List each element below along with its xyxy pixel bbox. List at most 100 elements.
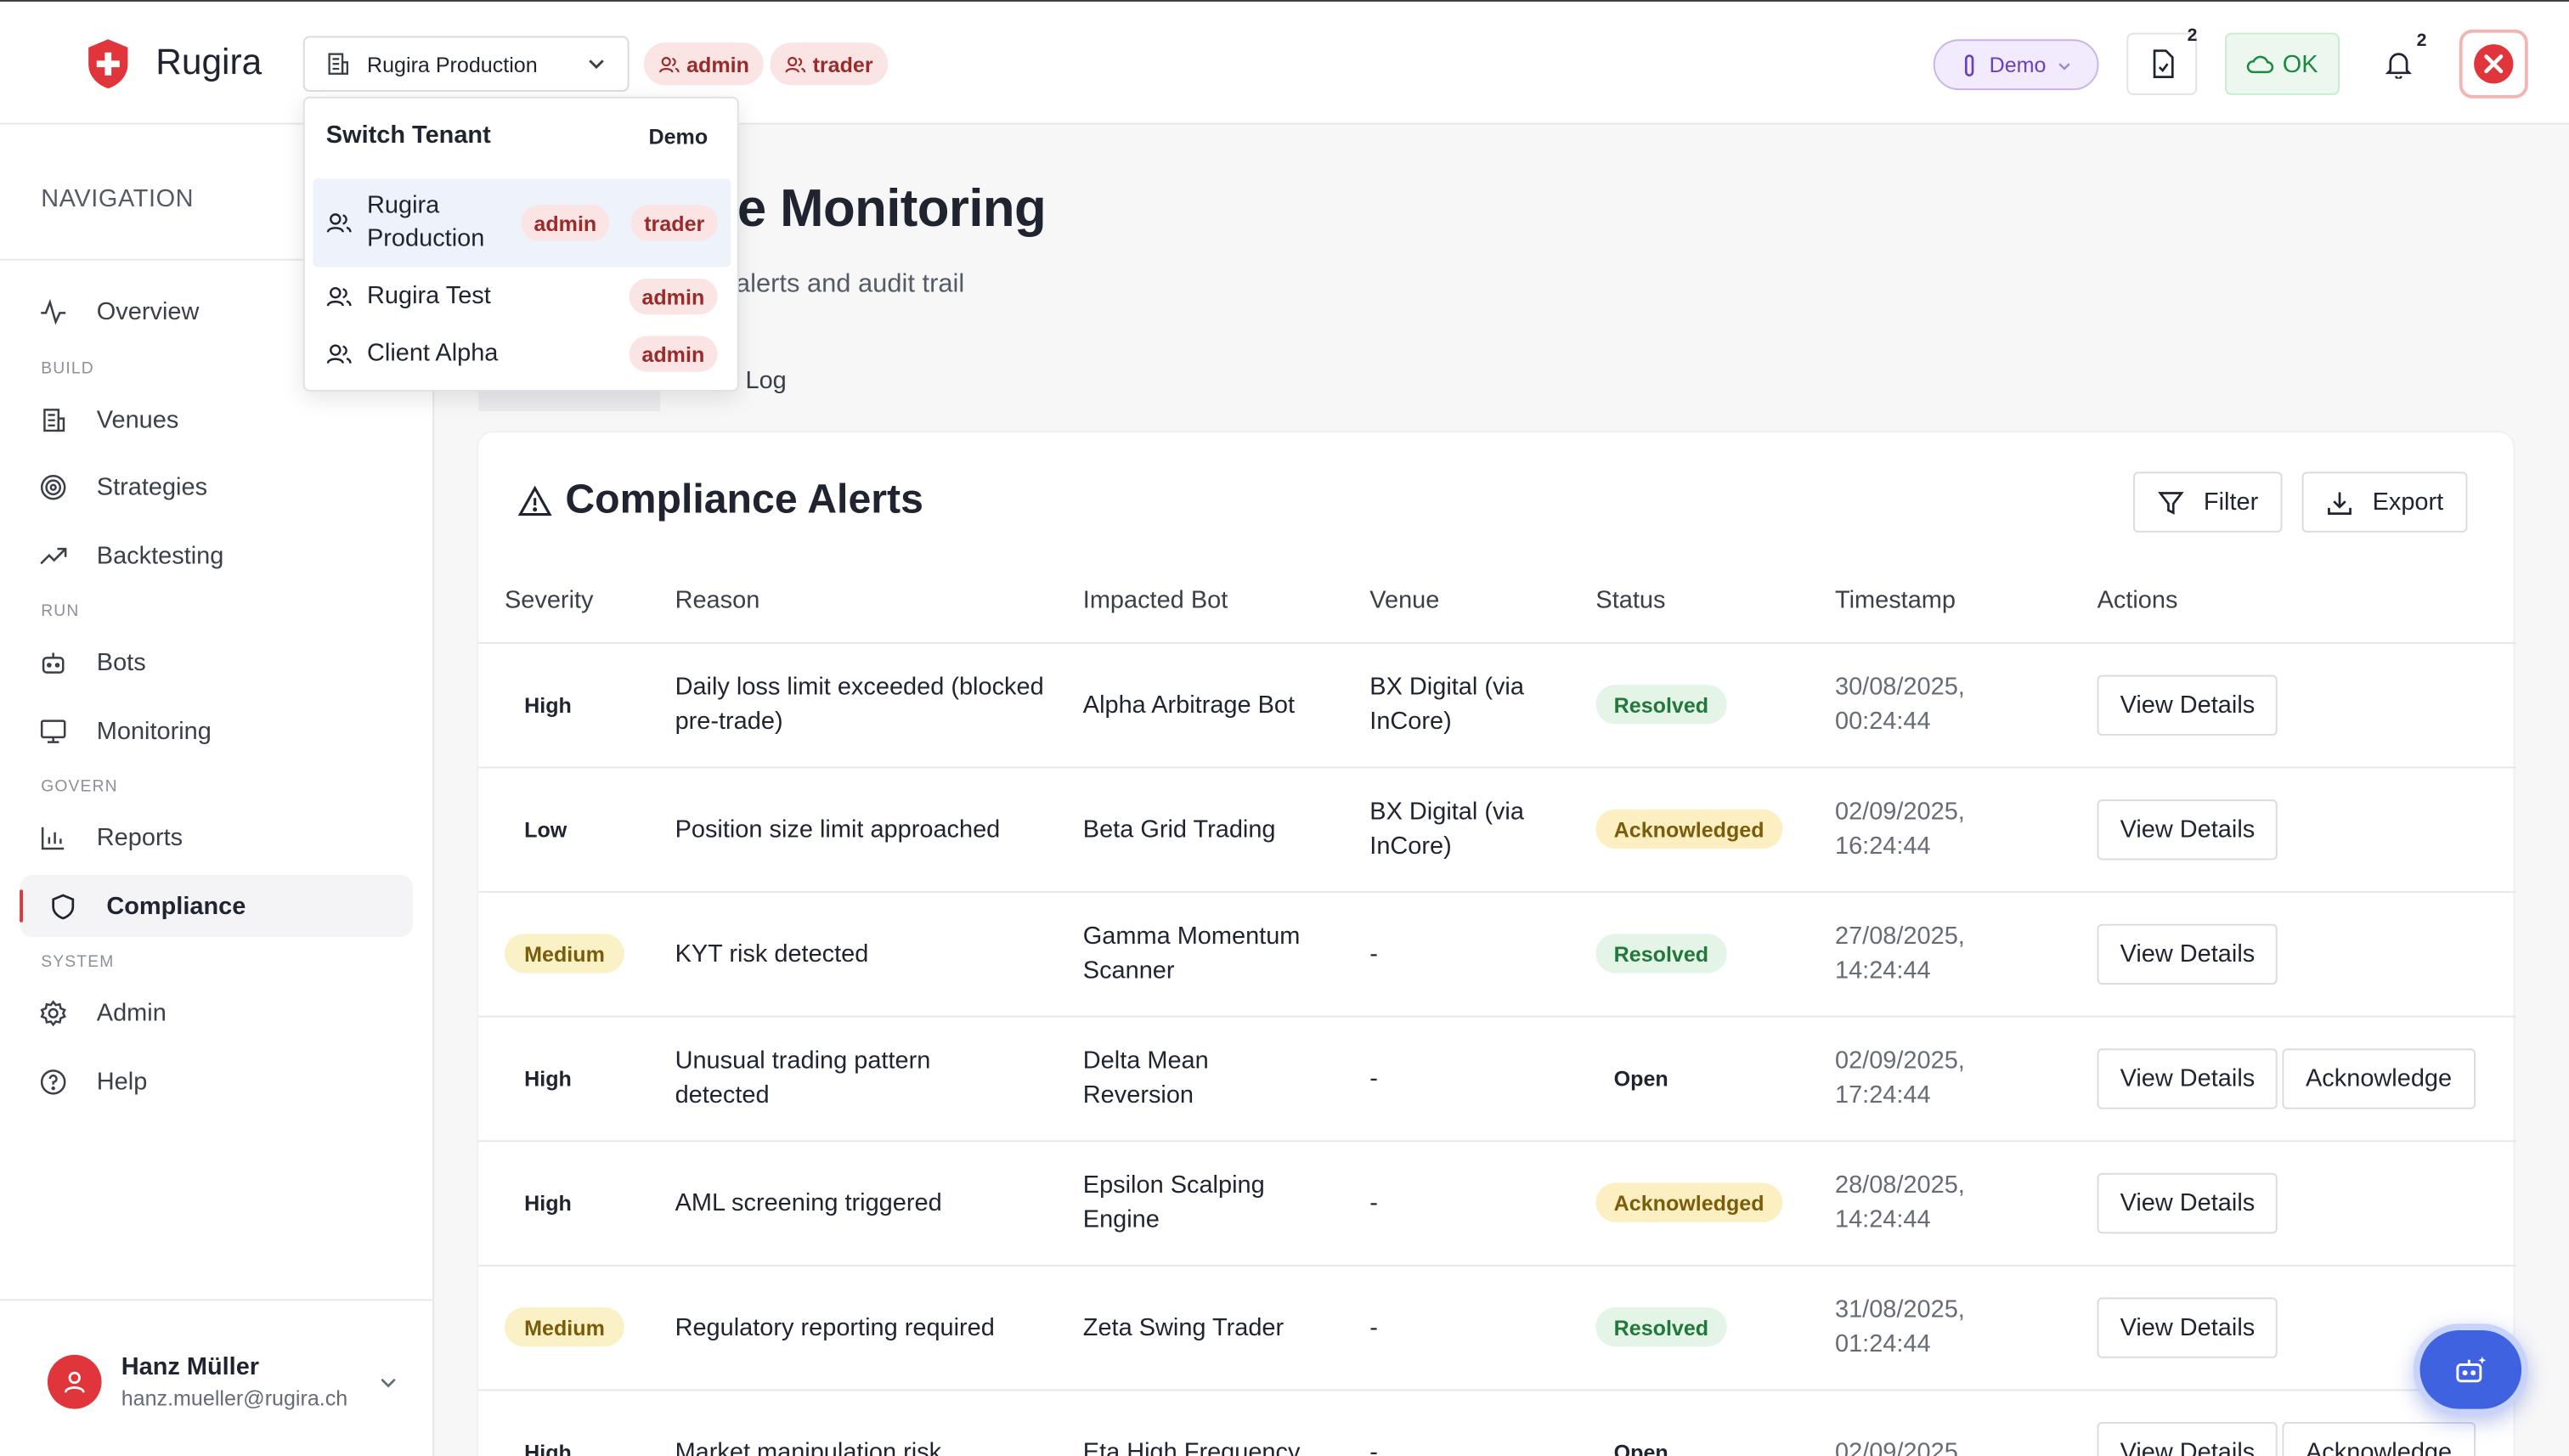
filter-button[interactable]: Filter [2132,471,2284,533]
column-header-actions: Actions [2097,560,2517,643]
sidebar-item-backtesting[interactable]: Backtesting [20,524,413,586]
view-details-button[interactable]: View Details [2097,799,2278,860]
role-badge-admin: admin [628,278,718,315]
column-header-bot[interactable]: Impacted Bot [1082,560,1370,643]
timestamp-date: 28/08/2025, [1834,1171,1965,1199]
reason-cell: Regulatory reporting required [675,1264,1083,1391]
menu-item-label: Rugira Production [366,191,485,252]
menu-item-client-alpha[interactable]: Client Alpha admin [313,326,731,382]
venue-cell: BX Digital (via InCore) [1369,766,1596,893]
timestamp-time: 00:24:44 [1834,708,1931,736]
column-header-status[interactable]: Status [1595,560,1835,643]
timestamp-time: 16:24:44 [1834,832,1931,861]
timestamp-date: 02/09/2025, [1834,798,1965,826]
environment-demo-select[interactable]: Demo [1933,39,2099,91]
user-menu[interactable]: Hanz Müller hanz.mueller@rugira.ch [0,1299,435,1456]
view-details-button[interactable]: View Details [2097,674,2278,735]
view-details-button[interactable]: View Details [2097,1171,2278,1233]
severity-badge: High [524,1065,572,1091]
timestamp-time: 14:24:44 [1834,957,1931,985]
bot-cell: Alpha Arbitrage Bot [1082,641,1370,768]
nav-section-run: RUN [41,602,80,621]
table-row: Medium KYT risk detected Gamma Momentum … [478,891,2517,1017]
trending-up-icon [40,546,67,564]
view-details-button[interactable]: View Details [2097,1047,2278,1109]
timestamp-cell: 28/08/2025, 14:24:44 [1834,1140,2098,1266]
bot-cell: Zeta Swing Trader [1082,1264,1370,1391]
tab-audit-log[interactable]: Log [745,367,786,395]
sidebar-item-compliance[interactable]: Compliance [20,874,413,938]
view-details-button[interactable]: View Details [2097,923,2278,985]
users-icon [785,56,806,72]
role-badge-admin: admin [520,205,610,241]
column-header-venue[interactable]: Venue [1369,560,1596,643]
user-icon [64,1371,85,1393]
view-details-button[interactable]: View Details [2097,1421,2278,1456]
status-badge: Acknowledged [1595,809,1782,849]
acknowledge-button[interactable]: Acknowledge [2283,1421,2476,1456]
users-icon [326,213,352,233]
system-status-button[interactable]: OK [2224,32,2340,95]
target-icon [40,474,66,499]
severity-badge: High [524,691,572,717]
menu-mode-label: Demo [648,124,709,150]
venue-cell: - [1369,1389,1596,1456]
table-header-row: Severity Reason Impacted Bot Venue Statu… [478,560,2517,643]
sidebar-item-label: Help [96,1067,148,1096]
table-row: High Daily loss limit exceeded (blocked … [478,641,2517,768]
sidebar-item-venues[interactable]: Venues [20,388,413,450]
timestamp-date: 02/09/2025, [1834,1047,1965,1075]
severity-badge: Low [524,816,567,842]
sidebar-item-strategies[interactable]: Strategies [20,455,413,517]
sidebar-item-bots[interactable]: Bots [20,630,413,692]
acknowledge-button[interactable]: Acknowledge [2283,1047,2476,1109]
alert-triangle-icon [517,484,552,516]
role-badge-admin: admin [643,42,765,86]
monitor-icon [40,719,66,742]
sidebar-item-help[interactable]: Help [20,1050,413,1112]
role-badge-admin: admin [628,336,718,372]
venue-cell: - [1369,1015,1596,1142]
menu-title: Switch Tenant [325,121,491,150]
column-header-reason[interactable]: Reason [675,560,1083,643]
role-badge-label: trader [812,51,873,76]
activity-icon [41,297,66,324]
assistant-bot-button[interactable] [2413,1323,2528,1416]
user-email: hanz.mueller@rugira.ch [121,1385,348,1411]
rugira-logo-icon [88,39,128,89]
column-header-severity[interactable]: Severity [478,560,675,643]
menu-item-rugira-production[interactable]: Rugira Production admin trader [313,178,731,268]
timestamp-cell: 27/08/2025, 14:24:44 [1834,891,2098,1017]
timestamp-date: 31/08/2025, [1834,1295,1965,1324]
export-button[interactable]: Export [2301,471,2469,533]
bot-cell: Delta Mean Reversion [1082,1015,1370,1142]
avatar [47,1354,102,1409]
sidebar-item-reports[interactable]: Reports [20,806,413,868]
close-button[interactable] [2459,29,2528,99]
column-header-timestamp[interactable]: Timestamp [1834,560,2098,643]
status-badge: Open [1613,1439,1668,1456]
bell-icon [2385,53,2412,79]
timestamp-cell: 02/09/2025, [1834,1389,2098,1456]
menu-item-rugira-test[interactable]: Rugira Test admin [313,268,731,324]
bot-cell: Eta High Frequency [1082,1389,1370,1456]
close-icon [2474,44,2514,84]
severity-badge: High [524,1439,572,1456]
tenant-switcher-menu: Switch Tenant Demo Rugira Production adm… [302,96,739,392]
sidebar-item-admin[interactable]: Admin [20,981,413,1043]
sidebar-item-monitoring[interactable]: Monitoring [20,699,413,761]
timestamp-cell: 02/09/2025, 17:24:44 [1834,1015,2098,1142]
sidebar-item-label: Admin [96,998,167,1027]
table-row: High Unusual trading pattern detected De… [478,1015,2517,1142]
view-details-button[interactable]: View Details [2097,1296,2278,1357]
card-title: Compliance Alerts [517,477,923,524]
sidebar-item-label: Monitoring [96,716,212,745]
severity-badge: Medium [504,1306,625,1347]
system-status-label: OK [2282,49,2318,78]
severity-badge: Medium [504,934,625,973]
menu-item-label: Rugira Test [366,281,491,310]
timestamp-cell: 02/09/2025, 16:24:44 [1834,766,2098,893]
tenant-select[interactable]: Rugira Production [302,36,630,92]
shield-icon [52,893,75,919]
sidebar-item-label: Overview [96,297,200,325]
